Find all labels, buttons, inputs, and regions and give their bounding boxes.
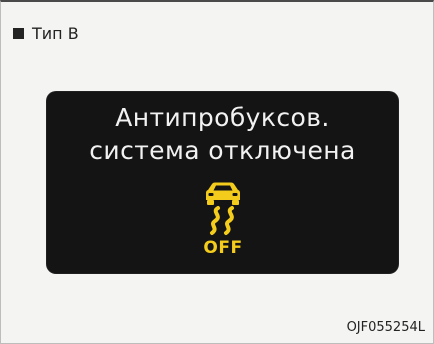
traction-control-off-icon: [206, 182, 240, 235]
message-line-1: Антипробуксов.: [115, 103, 330, 132]
square-bullet-icon: [13, 27, 24, 39]
indicator-off-label: OFF: [203, 238, 243, 258]
message-line-2: система отключена: [89, 136, 356, 165]
image-code: OJF055254L: [346, 320, 425, 335]
type-heading: Тип B: [13, 23, 79, 43]
type-label-text: Тип B: [32, 23, 79, 43]
cluster-display: Антипробуксов. система отключена OFF: [47, 92, 398, 273]
traction-control-off-indicator: OFF: [198, 181, 248, 261]
figure-panel: Тип B Антипробуксов. система отключена O…: [0, 0, 434, 344]
